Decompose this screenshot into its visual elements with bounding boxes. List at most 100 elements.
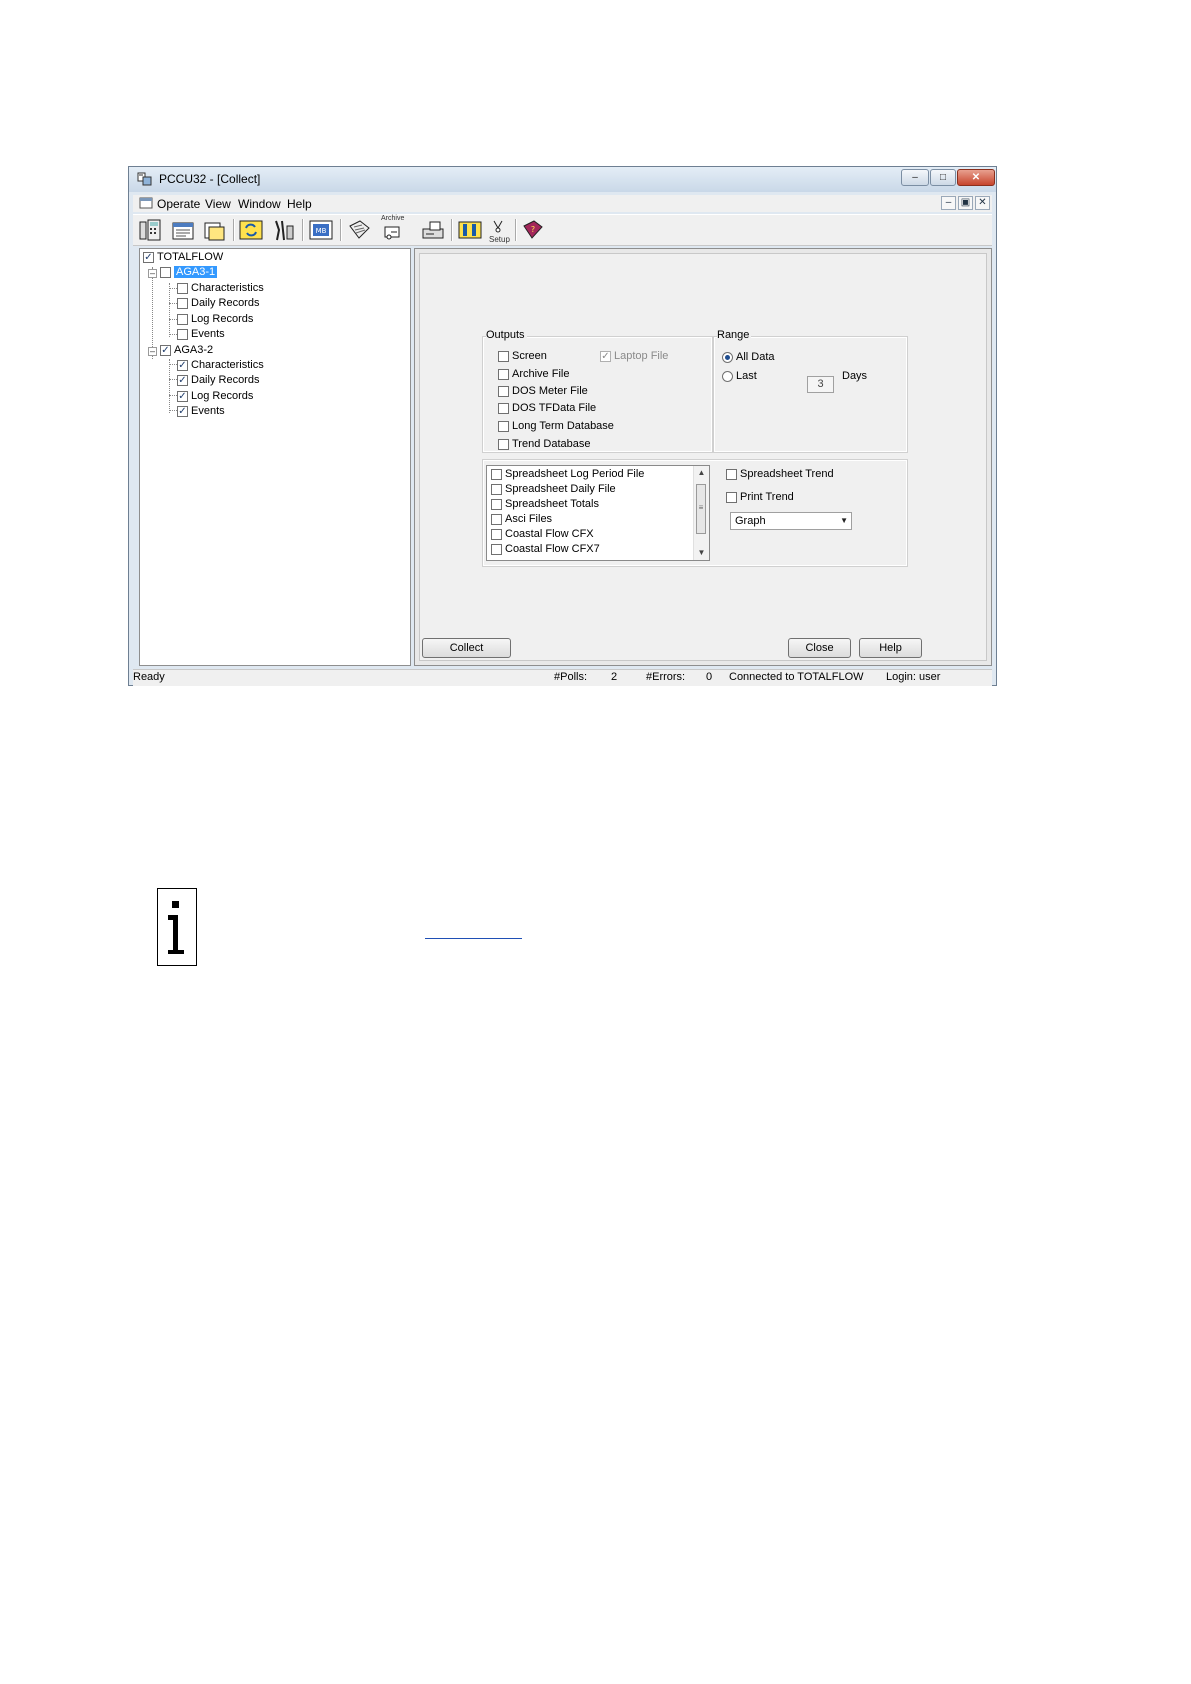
report-icon[interactable] bbox=[346, 218, 372, 242]
menu-help[interactable]: Help bbox=[287, 197, 312, 211]
list-scrollbar[interactable]: ▲ ≡ ▼ bbox=[693, 466, 709, 560]
scroll-up-arrow-icon[interactable]: ▲ bbox=[694, 466, 709, 480]
entry-screen-icon[interactable] bbox=[170, 218, 196, 242]
mdi-minimize-button[interactable]: – bbox=[941, 196, 956, 210]
checkbox[interactable] bbox=[177, 313, 188, 325]
archive-file-checkbox[interactable] bbox=[498, 368, 509, 380]
menu-view[interactable]: View bbox=[205, 197, 231, 211]
list-item[interactable]: Coastal Flow CFX7 bbox=[491, 543, 600, 557]
collect-options-area: Outputs Screen Laptop File Archive File … bbox=[419, 253, 987, 661]
tree-node-aga3-1[interactable]: AGA3-1 bbox=[160, 265, 218, 281]
mdi-restore-button[interactable]: ▣ bbox=[958, 196, 973, 210]
list-item[interactable]: Spreadsheet Log Period File bbox=[491, 468, 644, 482]
screen-checkbox[interactable] bbox=[498, 350, 509, 362]
tree-item-aga3-2-events[interactable]: Events bbox=[177, 404, 225, 420]
menu-window[interactable]: Window bbox=[238, 197, 281, 211]
printer-icon[interactable] bbox=[420, 218, 446, 242]
checkbox[interactable] bbox=[491, 483, 502, 495]
checkbox[interactable] bbox=[177, 282, 188, 294]
menu-operate[interactable]: Operate bbox=[157, 197, 200, 211]
calculator-icon[interactable] bbox=[137, 218, 163, 242]
print-trend-option[interactable]: Print Trend bbox=[726, 491, 794, 504]
tree-item-aga3-2-log-records[interactable]: Log Records bbox=[177, 389, 253, 405]
days-input[interactable]: 3 bbox=[807, 376, 834, 393]
tree-node-aga3-2[interactable]: AGA3-2 bbox=[160, 343, 213, 359]
refresh-icon[interactable] bbox=[238, 218, 264, 242]
list-item[interactable]: Spreadsheet Daily File bbox=[491, 483, 616, 497]
checkbox[interactable] bbox=[177, 297, 188, 309]
menu-bar: Operate View Window Help – ▣ ✕ bbox=[133, 195, 992, 212]
long-term-database-checkbox[interactable] bbox=[498, 420, 509, 432]
long-term-database-option[interactable]: Long Term Database bbox=[498, 420, 614, 433]
tree-item-aga3-1-log-records[interactable]: Log Records bbox=[177, 312, 253, 328]
help-button[interactable]: Help bbox=[859, 638, 922, 658]
checkbox[interactable] bbox=[177, 359, 188, 371]
checkbox[interactable] bbox=[491, 513, 502, 525]
checkbox[interactable] bbox=[177, 374, 188, 386]
modbus-icon[interactable]: MB bbox=[308, 218, 334, 242]
svg-text:?: ? bbox=[531, 225, 535, 234]
spreadsheet-trend-option[interactable]: Spreadsheet Trend bbox=[726, 468, 834, 481]
tree-node-totalflow[interactable]: TOTALFLOW bbox=[143, 250, 223, 266]
collect-icon[interactable] bbox=[201, 218, 227, 242]
document-icon[interactable] bbox=[139, 197, 153, 209]
aga3-1-checkbox[interactable] bbox=[160, 266, 171, 278]
dos-meter-file-option[interactable]: DOS Meter File bbox=[498, 385, 588, 398]
dos-meter-file-checkbox[interactable] bbox=[498, 385, 509, 397]
tree-item-aga3-1-characteristics[interactable]: Characteristics bbox=[177, 281, 264, 297]
trend-database-checkbox[interactable] bbox=[498, 438, 509, 450]
checkbox[interactable] bbox=[177, 328, 188, 340]
tree-item-aga3-2-characteristics[interactable]: Characteristics bbox=[177, 358, 264, 374]
link-underline[interactable] bbox=[425, 938, 522, 939]
checkbox[interactable] bbox=[177, 405, 188, 417]
list-item[interactable]: Coastal Flow CFX bbox=[491, 528, 594, 542]
scrollbar-thumb[interactable]: ≡ bbox=[696, 484, 706, 534]
toolbar: MB Archive Setup ? bbox=[133, 214, 992, 246]
list-item[interactable]: Asci Files bbox=[491, 513, 552, 527]
dos-tfdata-file-checkbox[interactable] bbox=[498, 402, 509, 414]
svg-text:MB: MB bbox=[316, 227, 327, 235]
info-icon bbox=[168, 901, 184, 954]
last-radio[interactable] bbox=[722, 370, 733, 382]
scroll-down-arrow-icon[interactable]: ▼ bbox=[694, 546, 709, 560]
checkbox[interactable] bbox=[491, 543, 502, 555]
trend-database-option[interactable]: Trend Database bbox=[498, 438, 590, 451]
dos-tfdata-file-option[interactable]: DOS TFData File bbox=[498, 402, 596, 415]
tree-item-aga3-2-daily-records[interactable]: Daily Records bbox=[177, 373, 259, 389]
title-bar[interactable]: PCCU32 - [Collect] – □ ✕ bbox=[129, 167, 996, 192]
archive-icon[interactable] bbox=[379, 218, 405, 242]
aga3-2-checkbox[interactable] bbox=[160, 344, 171, 356]
all-data-option[interactable]: All Data bbox=[722, 351, 775, 364]
maximize-window-button[interactable]: □ bbox=[930, 169, 956, 186]
print-trend-checkbox[interactable] bbox=[726, 491, 737, 503]
totalflow-checkbox[interactable] bbox=[143, 251, 154, 263]
collapse-toggle-aga3-1[interactable]: – bbox=[148, 269, 157, 278]
collect-button[interactable]: Collect bbox=[422, 638, 511, 658]
mdi-close-button[interactable]: ✕ bbox=[975, 196, 990, 210]
collapse-toggle-aga3-2[interactable]: – bbox=[148, 347, 157, 356]
checkbox[interactable] bbox=[491, 528, 502, 540]
spreadsheet-trend-checkbox[interactable] bbox=[726, 468, 737, 480]
list-item[interactable]: Spreadsheet Totals bbox=[491, 498, 599, 512]
connection-status: Connected to TOTALFLOW bbox=[729, 671, 864, 683]
screen-option[interactable]: Screen bbox=[498, 350, 547, 363]
checkbox[interactable] bbox=[177, 390, 188, 402]
minimize-window-button[interactable]: – bbox=[901, 169, 929, 186]
archive-file-option[interactable]: Archive File bbox=[498, 368, 569, 381]
checkbox[interactable] bbox=[491, 498, 502, 510]
laptop-file-checkbox bbox=[600, 350, 611, 362]
tools-icon[interactable] bbox=[270, 218, 296, 242]
help-book-icon[interactable]: ? bbox=[520, 218, 546, 242]
close-button[interactable]: Close bbox=[788, 638, 851, 658]
device-icon[interactable] bbox=[457, 218, 483, 242]
file-format-list[interactable]: Spreadsheet Log Period File Spreadsheet … bbox=[486, 465, 710, 561]
last-option[interactable]: Last bbox=[722, 370, 757, 383]
range-label: Range bbox=[717, 329, 752, 341]
tree-item-aga3-1-daily-records[interactable]: Daily Records bbox=[177, 296, 259, 312]
info-note-box bbox=[157, 888, 197, 966]
all-data-radio[interactable] bbox=[722, 351, 733, 363]
tree-item-aga3-1-events[interactable]: Events bbox=[177, 327, 225, 343]
checkbox[interactable] bbox=[491, 468, 502, 480]
trend-type-select[interactable]: Graph ▼ bbox=[730, 512, 852, 530]
close-window-button[interactable]: ✕ bbox=[957, 169, 995, 186]
